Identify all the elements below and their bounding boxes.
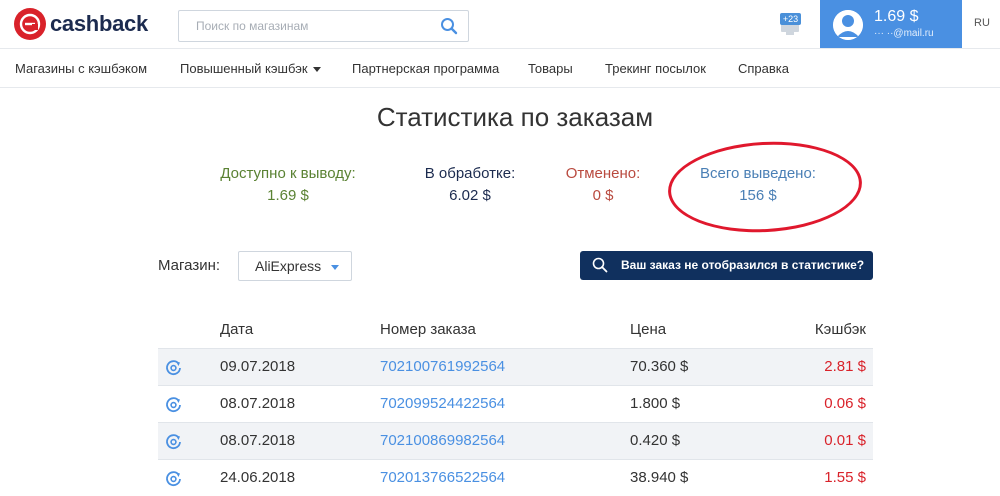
stat-available-label: Доступно к выводу:	[220, 165, 356, 182]
stat-processing-value: 6.02 $	[449, 187, 491, 204]
search-box	[178, 10, 469, 42]
stat-processing-label: В обработке:	[424, 165, 516, 182]
order-cashback: 2.81 $	[824, 358, 866, 375]
stat-processing: В обработке: 6.02 $	[420, 163, 520, 207]
column-header-price: Цена	[630, 321, 667, 338]
order-price: 1.800 $	[630, 395, 681, 412]
column-header-order: Номер заказа	[380, 321, 476, 338]
order-number-link[interactable]: 702100869982564	[380, 432, 505, 449]
chevron-down-icon	[331, 265, 339, 270]
order-cashback: 0.06 $	[824, 395, 866, 412]
column-header-cashback: Кэшбэк	[814, 321, 866, 338]
nav-item-parcel-tracking[interactable]: Трекинг посылок	[605, 61, 706, 76]
stat-cancelled-value: 0 $	[592, 187, 614, 204]
table-row: 24.06.2018 702013766522564 38.940 $ 1.55…	[158, 460, 873, 496]
table-row: 08.07.2018 702099524422564 1.800 $ 0.06 …	[158, 386, 873, 423]
missing-order-button-label: Ваш заказ не отобразился в статистике?	[621, 258, 865, 272]
refresh-status-icon	[165, 470, 182, 487]
store-select-value: AliExpress	[255, 258, 322, 274]
account-balance: 1.69 $	[874, 8, 919, 25]
account-email: ··· ··@mail.ru	[874, 28, 934, 39]
order-cashback: 0.01 $	[824, 432, 866, 449]
order-price: 70.360 $	[630, 358, 689, 375]
order-price: 38.940 $	[630, 469, 689, 486]
order-cashback: 1.55 $	[824, 469, 866, 486]
refresh-status-icon	[165, 359, 182, 376]
stat-cancelled-label: Отменено:	[565, 165, 641, 182]
nav-item-products[interactable]: Товары	[528, 61, 573, 76]
order-number-link[interactable]: 702100761992564	[380, 358, 505, 375]
order-number-link[interactable]: 702099524422564	[380, 395, 505, 412]
main-nav: Магазины с кэшбэком Повышенный кэшбэк Па…	[0, 48, 1000, 88]
stat-available-value: 1.69 $	[267, 187, 309, 204]
search-icon[interactable]	[440, 17, 458, 35]
e-logo-icon	[14, 8, 46, 40]
store-filter-label: Магазин:	[158, 257, 221, 274]
user-avatar-icon	[833, 10, 863, 40]
refresh-status-icon	[165, 433, 182, 450]
nav-item-stores[interactable]: Магазины с кэшбэком	[15, 61, 147, 76]
missing-order-button[interactable]: Ваш заказ не отобразился в статистике?	[580, 251, 873, 280]
orders-table-header: Дата Номер заказа Цена Кэшбэк	[158, 312, 873, 349]
page-title: Статистика по заказам	[376, 102, 654, 132]
highlight-circle	[665, 136, 865, 238]
order-date: 24.06.2018	[220, 469, 296, 486]
search-input[interactable]	[179, 11, 429, 41]
cashback-logo[interactable]: cashback	[14, 8, 148, 40]
store-select[interactable]: AliExpress	[238, 251, 352, 281]
table-row: 09.07.2018 702100761992564 70.360 $ 2.81…	[158, 349, 873, 386]
logo-text: cashback	[50, 11, 148, 36]
order-number-link[interactable]: 702013766522564	[380, 469, 505, 486]
table-row: 08.07.2018 702100869982564 0.420 $ 0.01 …	[158, 423, 873, 460]
refresh-status-icon	[165, 396, 182, 413]
order-date: 09.07.2018	[220, 358, 296, 375]
notification-icon[interactable]: +23	[778, 13, 802, 36]
account-panel[interactable]: 1.69 $ ··· ··@mail.ru	[820, 0, 962, 48]
nav-item-increased-cashback[interactable]: Повышенный кэшбэк	[180, 61, 321, 76]
stat-available: Доступно к выводу: 1.69 $	[214, 163, 362, 207]
order-date: 08.07.2018	[220, 395, 296, 412]
nav-item-label: Повышенный кэшбэк	[180, 61, 308, 76]
notification-badge: +23	[780, 13, 801, 25]
chevron-down-icon	[312, 67, 321, 73]
order-date: 08.07.2018	[220, 432, 296, 449]
header: cashback +23 1.69 $ ··· ··@mail.ru RU	[0, 0, 1000, 48]
nav-item-help[interactable]: Справка	[738, 61, 789, 76]
nav-item-partner-program[interactable]: Партнерская программа	[352, 61, 499, 76]
language-switcher[interactable]: RU	[974, 17, 990, 29]
order-price: 0.420 $	[630, 432, 681, 449]
column-header-date: Дата	[220, 321, 254, 338]
search-icon	[592, 257, 608, 273]
stat-cancelled: Отменено: 0 $	[560, 163, 646, 207]
